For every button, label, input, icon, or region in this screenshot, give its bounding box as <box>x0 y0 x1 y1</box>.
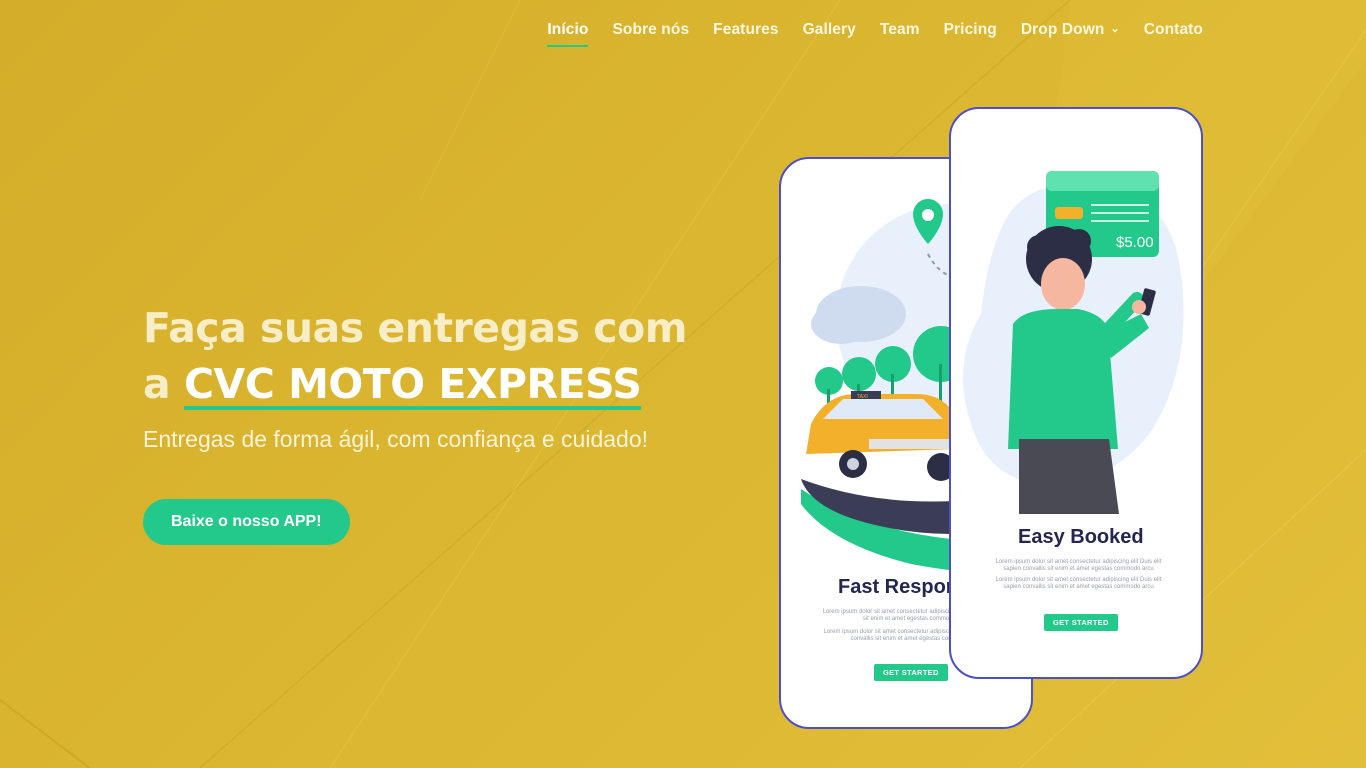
hero-section: Faça suas entregas com a CVC MOTO EXPRES… <box>143 300 763 545</box>
nav-drop-down-label: Drop Down <box>1020 21 1105 38</box>
nav-contato[interactable]: Contato <box>1144 21 1203 39</box>
phone-front-text-1: Lorem ipsum dolor sit amet consectetur a… <box>995 559 1162 572</box>
nav-drop-down[interactable]: Drop Down ⌄ <box>1021 21 1120 39</box>
nav-sobre-nos[interactable]: Sobre nós <box>612 21 689 39</box>
hero-brand-name: CVC MOTO EXPRESS <box>183 356 642 412</box>
phone-front-title: Easy Booked <box>1018 526 1144 548</box>
nav-features[interactable]: Features <box>713 21 778 39</box>
phone-back-title: Fast Respor <box>838 576 954 598</box>
svg-text:TAXI: TAXI <box>857 394 868 400</box>
phone-front-text-2: Lorem ipsum dolor sit amet consectetur a… <box>995 577 1162 590</box>
nav-team[interactable]: Team <box>880 21 920 39</box>
nav-inicio[interactable]: Início <box>547 21 589 47</box>
hero-subtitle: Entregas de forma ágil, com confiança e … <box>143 426 649 452</box>
phone-back-get-started-button[interactable]: GET STARTED <box>874 664 948 681</box>
nav-pricing[interactable]: Pricing <box>944 21 997 39</box>
nav-gallery[interactable]: Gallery <box>803 21 856 39</box>
price-label: $5.00 <box>1116 234 1154 251</box>
main-navigation: Início Sobre nós Features Gallery Team P… <box>547 18 1203 47</box>
taxi-car-icon: TAXI <box>806 391 956 481</box>
hero-title: Faça suas entregas com a CVC MOTO EXPRES… <box>143 300 763 412</box>
hero-title-line1: Faça suas entregas com <box>143 304 687 352</box>
booking-illustration: $5.00 <box>963 171 1184 514</box>
download-app-button[interactable]: Baixe o nosso APP! <box>143 499 350 545</box>
phone-front-get-started-button[interactable]: GET STARTED <box>1044 614 1118 631</box>
hero-title-prefix: a <box>143 360 184 408</box>
chevron-down-icon: ⌄ <box>1110 23 1120 35</box>
phone-mockup-easy-booked: $5.00 Easy Booked Lorem ipsum dolor sit … <box>949 107 1203 679</box>
